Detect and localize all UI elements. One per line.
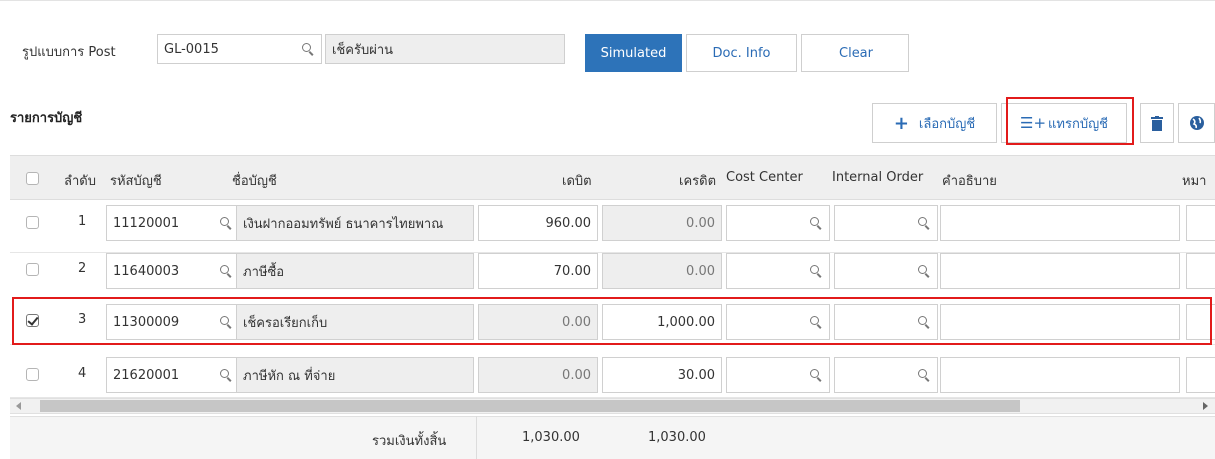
trash-icon: [1151, 115, 1163, 131]
remark-input[interactable]: [1186, 357, 1215, 393]
search-icon[interactable]: [810, 264, 823, 278]
doc-info-button[interactable]: Doc. Info: [686, 34, 797, 72]
account-code-value: 21620001: [113, 367, 180, 383]
clear-button[interactable]: Clear: [801, 34, 909, 72]
row-checkbox[interactable]: [26, 368, 39, 381]
credit-value: 0.00: [686, 215, 715, 231]
footer-divider: [476, 416, 477, 459]
row-seq: 2: [78, 261, 87, 276]
internal-order-input[interactable]: [834, 357, 938, 393]
section-title: รายการบัญชี: [10, 111, 83, 126]
credit-value: 0.00: [686, 263, 715, 279]
row-seq: 1: [78, 214, 87, 229]
scroll-right-arrow-icon[interactable]: [1203, 402, 1208, 410]
cost-center-input[interactable]: [726, 357, 830, 393]
cost-center-input[interactable]: [726, 205, 830, 241]
post-name-field: เช็ครับผ่าน: [325, 34, 565, 64]
account-name-value: เงินฝากออมทรัพย์ ธนาคารไทยพาณ: [243, 216, 444, 232]
remark-input[interactable]: [1186, 253, 1215, 289]
scrollbar-thumb[interactable]: [40, 400, 1020, 412]
credit-input[interactable]: 30.00: [602, 357, 722, 393]
globe-button[interactable]: [1178, 103, 1215, 143]
search-icon[interactable]: [302, 42, 315, 56]
total-credit: 1,030.00: [648, 430, 706, 445]
total-debit: 1,030.00: [522, 430, 580, 445]
account-code-input[interactable]: 21620001: [106, 357, 240, 393]
account-name-field: ภาษีซื้อ: [236, 253, 474, 289]
post-name-value: เช็ครับผ่าน: [332, 42, 394, 58]
account-name-field: ภาษีหัก ณ ที่จ่าย: [236, 357, 474, 393]
col-cost-center: Cost Center: [726, 170, 803, 185]
search-icon[interactable]: [220, 264, 233, 278]
post-format-label: รูปแบบการ Post: [22, 45, 116, 60]
account-code-value: 11640003: [113, 263, 180, 279]
globe-icon: [1189, 116, 1204, 130]
account-code-input[interactable]: 11120001: [106, 205, 240, 241]
debit-value: 0.00: [562, 367, 591, 383]
description-input[interactable]: [940, 205, 1180, 241]
select-account-label: เลือกบัญชี: [918, 116, 976, 132]
post-code-input[interactable]: GL-0015: [157, 34, 322, 64]
col-seq: ลำดับ: [64, 174, 96, 189]
plus-icon: +: [893, 112, 909, 134]
simulated-button[interactable]: Simulated: [585, 34, 682, 72]
debit-input[interactable]: 70.00: [478, 253, 598, 289]
search-icon[interactable]: [918, 264, 931, 278]
internal-order-input[interactable]: [834, 253, 938, 289]
credit-input[interactable]: 0.00: [602, 253, 722, 289]
credit-value: 30.00: [677, 367, 715, 383]
col-description: คำอธิบาย: [942, 174, 997, 189]
col-credit: เครดิต: [679, 174, 717, 189]
debit-value: 960.00: [545, 215, 592, 231]
col-code: รหัสบัญชี: [110, 174, 162, 189]
col-remark: หมา: [1182, 174, 1207, 189]
search-icon[interactable]: [220, 216, 233, 230]
account-name-value: ภาษีหัก ณ ที่จ่าย: [243, 368, 336, 384]
description-input[interactable]: [940, 357, 1180, 393]
grid-header: [10, 155, 1215, 200]
account-name-field: เงินฝากออมทรัพย์ ธนาคารไทยพาณ: [236, 205, 474, 241]
remark-input[interactable]: [1186, 205, 1215, 241]
search-icon[interactable]: [810, 216, 823, 230]
row-checkbox[interactable]: [26, 216, 39, 229]
insert-account-highlight: [1006, 97, 1134, 145]
total-label: รวมเงินทั้งสิ้น: [372, 434, 447, 449]
debit-value: 70.00: [553, 263, 591, 279]
search-icon[interactable]: [810, 368, 823, 382]
search-icon[interactable]: [220, 368, 233, 382]
totals-footer: [10, 416, 1215, 459]
row-seq: 4: [78, 366, 87, 381]
description-input[interactable]: [940, 253, 1180, 289]
search-icon[interactable]: [918, 216, 931, 230]
select-all-checkbox[interactable]: [26, 172, 39, 185]
internal-order-input[interactable]: [834, 205, 938, 241]
select-account-button[interactable]: + เลือกบัญชี: [872, 103, 997, 143]
col-internal-order: Internal Order: [832, 170, 924, 185]
col-debit: เดบิต: [562, 174, 592, 189]
post-code-value: GL-0015: [164, 41, 219, 57]
account-code-input[interactable]: 11640003: [106, 253, 240, 289]
debit-input[interactable]: 0.00: [478, 357, 598, 393]
selected-row-highlight: [12, 297, 1212, 345]
credit-input[interactable]: 0.00: [602, 205, 722, 241]
account-code-value: 11120001: [113, 215, 180, 231]
col-name: ชื่อบัญชี: [232, 174, 277, 189]
cost-center-input[interactable]: [726, 253, 830, 289]
delete-button[interactable]: [1140, 103, 1174, 143]
top-divider: [0, 0, 1215, 1]
account-name-value: ภาษีซื้อ: [243, 264, 285, 280]
debit-input[interactable]: 960.00: [478, 205, 598, 241]
search-icon[interactable]: [918, 368, 931, 382]
row-checkbox[interactable]: [26, 263, 39, 276]
scroll-left-arrow-icon[interactable]: [16, 402, 21, 410]
